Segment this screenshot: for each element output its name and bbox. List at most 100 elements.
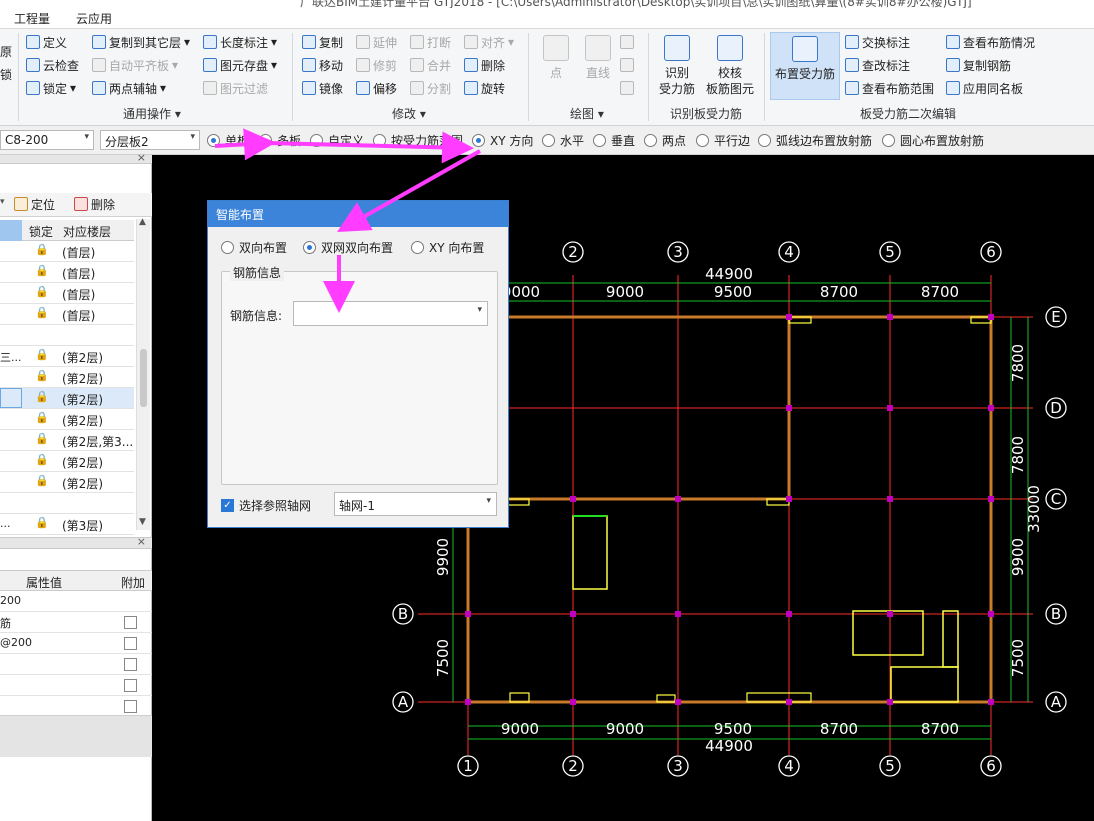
radio-center-radial[interactable]: 圆心布置放射筋 (882, 132, 984, 149)
table-row[interactable]: 🔒 (首层) (0, 241, 134, 262)
table-row[interactable]: 🔒 (首层) (0, 283, 134, 304)
prop-row[interactable]: 筋 (0, 612, 152, 633)
rotate-button[interactable]: 旋转 (464, 79, 505, 97)
radio-custom[interactable]: 自定义 (310, 132, 364, 149)
table-row[interactable] (0, 325, 134, 346)
draw-rect-button[interactable] (620, 79, 634, 97)
radio-multi-slab[interactable]: 多板 (259, 132, 301, 149)
move-button[interactable]: 移动 (302, 56, 343, 74)
chevron-down-icon[interactable]: ▾ (486, 496, 491, 506)
table-row[interactable] (0, 493, 134, 514)
lock-icon[interactable]: 🔒 (35, 432, 49, 445)
table-row[interactable]: 🔒 (第2层) (0, 388, 134, 409)
ribbon-left-cut-2[interactable]: 锁 (0, 65, 12, 83)
radio-xy-direction[interactable]: XY 方向 (472, 132, 533, 149)
radio-vertical[interactable]: 垂直 (593, 132, 635, 149)
chevron-down-icon[interactable]: ▾ (477, 305, 482, 315)
radio-single-slab[interactable]: 单板 (207, 132, 249, 149)
place-rebar-button[interactable]: 布置受力筋 (770, 32, 840, 100)
lock-icon[interactable]: 🔒 (35, 474, 49, 487)
radio-double-net-bidirectional[interactable]: 双网双向布置 (303, 239, 393, 256)
table-row[interactable]: 🔒 (首层) (0, 304, 134, 325)
lock-button[interactable]: 锁定 ▾ (26, 79, 76, 97)
view-range-button[interactable]: 查看布筋范围 (845, 79, 934, 97)
view-layout-button[interactable]: 查看布筋情况 (946, 33, 1035, 51)
align-button[interactable]: 对齐 ▾ (464, 33, 514, 51)
delete-element-button[interactable]: 删除 (74, 195, 115, 213)
draw-line-button[interactable]: 直线 (582, 35, 614, 81)
scrollbar[interactable]: ▲ ▼ (136, 217, 150, 530)
split-button[interactable]: 分割 (410, 79, 451, 97)
lock-icon[interactable]: 🔒 (35, 411, 49, 424)
table-row[interactable]: 🔒 (第2层) (0, 472, 134, 493)
ribbon-left-cut-1[interactable]: 原 (0, 42, 12, 60)
close-icon[interactable]: × (137, 535, 146, 548)
draw-arc-button[interactable] (620, 33, 634, 51)
menu-item-quantity[interactable]: 工程量 (14, 10, 50, 27)
check-slab-rebar-button[interactable]: 校核 板筋图元 (704, 35, 756, 97)
radio-two-points[interactable]: 两点 (644, 132, 686, 149)
lock-icon[interactable]: 🔒 (35, 369, 49, 382)
copy-to-floor-button[interactable]: 复制到其它层 ▾ (92, 33, 190, 51)
table-row[interactable]: 🔒 (第2层) (0, 409, 134, 430)
radio-by-rebar-range[interactable]: 按受力筋范围 (373, 132, 463, 149)
lock-icon[interactable]: 🔒 (35, 285, 49, 298)
extra-checkbox[interactable] (124, 700, 137, 713)
two-point-axis-button[interactable]: 两点辅轴 ▾ (92, 79, 166, 97)
merge-button[interactable]: 合并 (410, 56, 451, 74)
offset-button[interactable]: 偏移 (356, 79, 397, 97)
lock-icon[interactable]: 🔒 (35, 243, 49, 256)
rebar-spec-combo[interactable]: C8-200 ▾ (0, 130, 94, 150)
prop-row[interactable] (0, 696, 152, 717)
draw-point-button[interactable]: 点 (542, 35, 570, 81)
lock-icon[interactable]: 🔒 (35, 516, 49, 529)
lock-icon[interactable]: 🔒 (35, 453, 49, 466)
scroll-down-icon[interactable]: ▼ (139, 517, 146, 527)
table-row[interactable]: 🔒 (第2层,第3... (0, 430, 134, 451)
prop-row[interactable] (0, 675, 152, 696)
auto-flat-slab-button[interactable]: 自动平齐板 ▾ (92, 56, 178, 74)
delete-button[interactable]: 删除 (464, 56, 505, 74)
radio-parallel-edge[interactable]: 平行边 (696, 132, 750, 149)
close-icon[interactable]: × (137, 151, 146, 164)
extra-checkbox[interactable] (124, 616, 137, 629)
prop-row[interactable] (0, 654, 152, 675)
table-row[interactable]: 三... 🔒 (第2层) (0, 346, 134, 367)
lock-icon[interactable]: 🔒 (35, 348, 49, 361)
identify-rebar-button[interactable]: 识别 受力筋 (656, 35, 698, 97)
extend-button[interactable]: 延伸 (356, 33, 397, 51)
lock-icon[interactable]: 🔒 (35, 390, 49, 403)
radio-bidirectional[interactable]: 双向布置 (221, 239, 287, 256)
length-mark-button[interactable]: 长度标注 ▾ (203, 33, 277, 51)
ref-axis-select[interactable]: 轴网-1 ▾ (334, 492, 497, 516)
define-button[interactable]: 定义 (26, 33, 67, 51)
copy-rebar-button[interactable]: 复制钢筋 (946, 56, 1011, 74)
swap-mark-button[interactable]: 交换标注 (845, 33, 910, 51)
scrollbar-thumb[interactable] (140, 349, 147, 407)
radio-arc-radial[interactable]: 弧线边布置放射筋 (758, 132, 872, 149)
copy-button[interactable]: 复制 (302, 33, 343, 51)
element-save-button[interactable]: 图元存盘 ▾ (203, 56, 277, 74)
table-row[interactable]: 🔒 (首层) (0, 262, 134, 283)
break-button[interactable]: 打断 (410, 33, 451, 51)
radio-xy-layout[interactable]: XY 向布置 (411, 239, 484, 256)
prop-row[interactable]: 200 (0, 591, 152, 612)
chevron-down-icon[interactable]: ▾ (0, 197, 5, 207)
apply-same-name-button[interactable]: 应用同名板 (946, 79, 1023, 97)
table-row[interactable]: 🔒 (第2层) (0, 367, 134, 388)
cloud-check-button[interactable]: 云检查 (26, 56, 79, 74)
table-row[interactable]: ... 🔒 (第3层) (0, 514, 134, 535)
layer-slab-combo[interactable]: 分层板2 ▾ (100, 130, 200, 150)
radio-horizontal[interactable]: 水平 (542, 132, 584, 149)
lock-icon[interactable]: 🔒 (35, 306, 49, 319)
prop-row[interactable]: @200 (0, 633, 152, 654)
extra-checkbox[interactable] (124, 658, 137, 671)
draw-circle-button[interactable] (620, 56, 634, 74)
rebar-info-input[interactable]: ▾ (293, 301, 488, 326)
extra-checkbox[interactable] (124, 637, 137, 650)
extra-checkbox[interactable] (124, 679, 137, 692)
locate-button[interactable]: 定位 (14, 195, 55, 213)
menu-item-cloud[interactable]: 云应用 (76, 10, 112, 27)
trim-button[interactable]: 修剪 (356, 56, 397, 74)
mirror-button[interactable]: 镜像 (302, 79, 343, 97)
